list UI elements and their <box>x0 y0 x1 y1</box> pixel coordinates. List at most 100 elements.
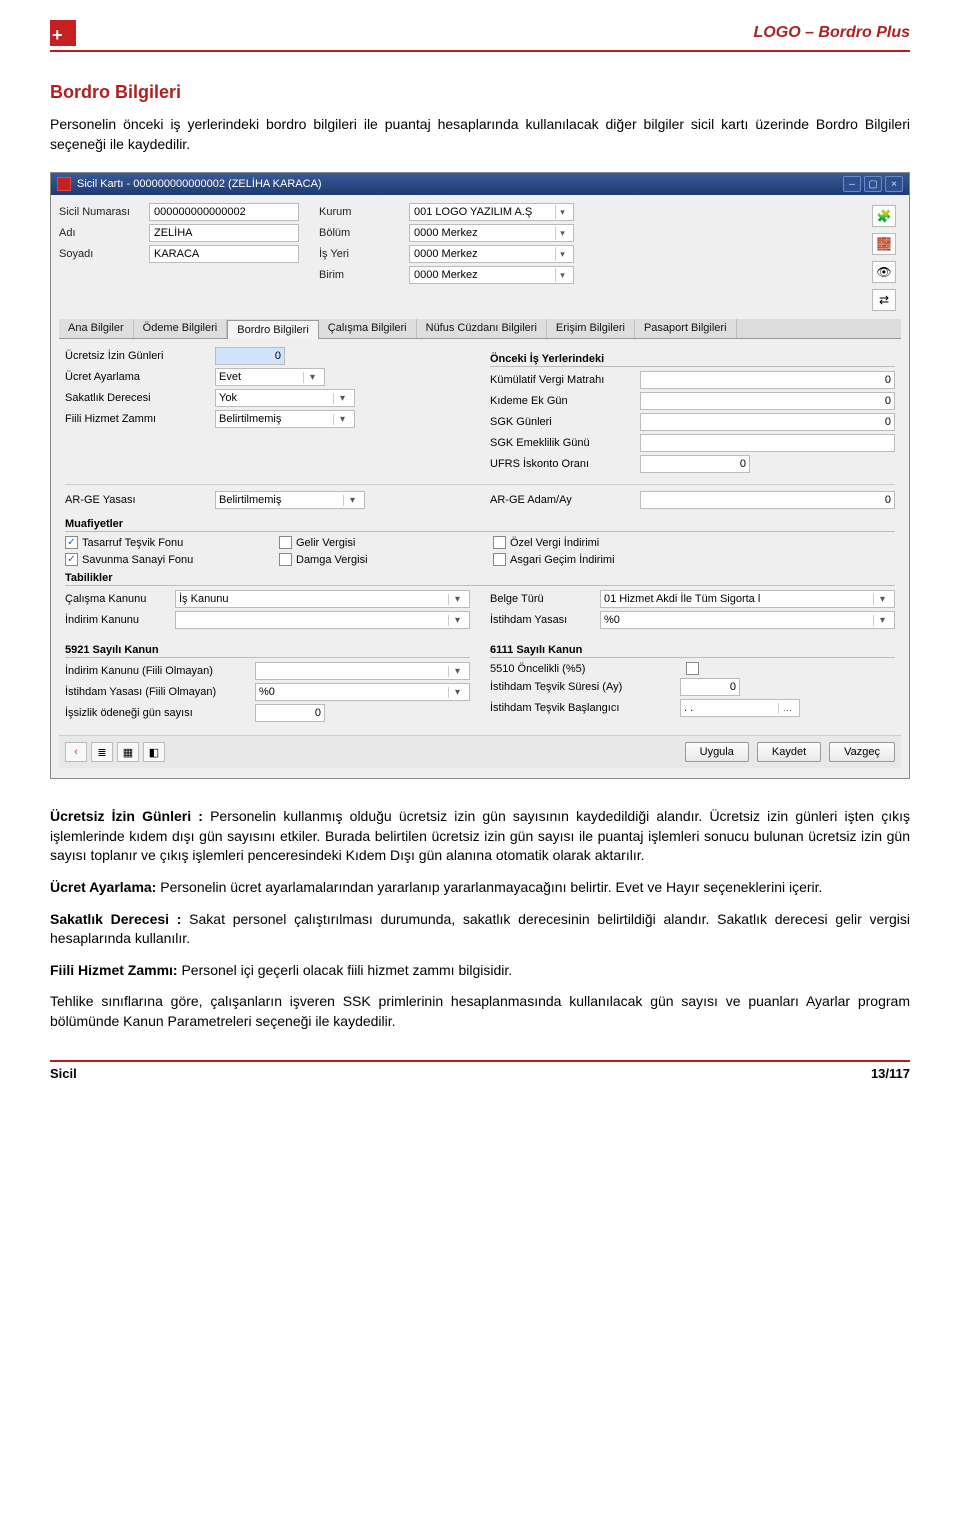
apply-button[interactable]: Uygula <box>685 742 749 762</box>
chevron-down-icon[interactable]: ▾ <box>555 247 569 261</box>
toolbar-icon-grid[interactable]: ▦ <box>117 742 139 762</box>
lbl-arge-adam: AR-GE Adam/Ay <box>490 494 640 506</box>
field-keg[interactable]: 0 <box>640 392 895 410</box>
toolbar-icon-back[interactable]: ‹ <box>65 742 87 762</box>
lbl-ik: İndirim Kanunu <box>65 614 175 626</box>
field-ik[interactable]: ▾ <box>175 611 470 629</box>
chevron-down-icon[interactable]: ▾ <box>343 495 361 506</box>
tab-calisma-bilgileri[interactable]: Çalışma Bilgileri <box>319 319 417 338</box>
lbl-uig: Ücretsiz İzin Günleri <box>65 350 215 362</box>
chevron-down-icon[interactable]: ▾ <box>555 268 569 282</box>
field-arge-adam[interactable]: 0 <box>640 491 895 509</box>
group-tabilikler: Tabilikler <box>65 572 895 586</box>
side-icon-1[interactable]: 🧩 <box>872 205 896 227</box>
field-iy[interactable]: %0▾ <box>600 611 895 629</box>
tab-ana-bilgiler[interactable]: Ana Bilgiler <box>59 319 134 338</box>
side-icon-3[interactable]: 👁 <box>872 261 896 283</box>
field-bolum[interactable]: 0000 Merkez▾ <box>409 224 574 242</box>
toolbar-icon-misc[interactable]: ◧ <box>143 742 165 762</box>
check-icon <box>279 553 292 566</box>
check-icon <box>493 536 506 549</box>
titlebar: Sicil Kartı - 000000000000002 (ZELİHA KA… <box>51 173 909 195</box>
p-sakatlik-derecesi: Sakatlık Derecesi : Sakat personel çalış… <box>50 910 910 949</box>
lbl-its: İstihdam Teşvik Süresi (Ay) <box>490 681 680 693</box>
ellipsis-icon[interactable]: … <box>778 703 796 714</box>
tab-pasaport-bilgileri[interactable]: Pasaport Bilgileri <box>635 319 737 338</box>
chk-agi[interactable]: Asgari Geçim İndirimi <box>493 553 673 566</box>
chk-ovi[interactable]: Özel Vergi İndirimi <box>493 536 673 549</box>
p-ucretsiz-izin: Ücretsiz İzin Günleri : Personelin kulla… <box>50 807 910 866</box>
chevron-down-icon[interactable]: ▾ <box>448 594 466 605</box>
field-its[interactable]: 0 <box>680 678 740 696</box>
label-soyadi: Soyadı <box>59 248 149 260</box>
group-6111: 6111 Sayılı Kanun <box>490 644 895 658</box>
footer-section: Sicil <box>50 1066 77 1081</box>
chevron-down-icon[interactable]: ▾ <box>555 205 569 219</box>
field-adi[interactable]: ZELİHA <box>149 224 299 242</box>
lbl-ufrs: UFRS İskonto Oranı <box>490 458 640 470</box>
save-button[interactable]: Kaydet <box>757 742 821 762</box>
label-birim: Birim <box>319 269 409 281</box>
intro-paragraph: Personelin önceki iş yerlerindeki bordro… <box>50 115 910 154</box>
chevron-down-icon[interactable]: ▾ <box>333 393 351 404</box>
field-ufrs[interactable]: 0 <box>640 455 750 473</box>
chk-5510[interactable] <box>686 662 699 675</box>
field-fhz[interactable]: Belirtilmemiş▾ <box>215 410 355 428</box>
tab-bordro-bilgileri[interactable]: Bordro Bilgileri <box>227 320 319 339</box>
label-sicil-no: Sicil Numarası <box>59 206 149 218</box>
p-fiili-hizmet: Fiili Hizmet Zammı: Personel içi geçerli… <box>50 961 910 981</box>
chk-dv[interactable]: Damga Vergisi <box>279 553 459 566</box>
check-icon <box>493 553 506 566</box>
field-itb[interactable]: . .… <box>680 699 800 717</box>
field-sd[interactable]: Yok▾ <box>215 389 355 407</box>
field-uig[interactable]: 0 <box>215 347 285 365</box>
chk-gv[interactable]: Gelir Vergisi <box>279 536 459 549</box>
window-title: Sicil Kartı - 000000000000002 (ZELİHA KA… <box>77 178 322 190</box>
chevron-down-icon[interactable]: ▾ <box>333 414 351 425</box>
field-iogs[interactable]: 0 <box>255 704 325 722</box>
close-button[interactable]: × <box>885 176 903 192</box>
field-bt[interactable]: 01 Hizmet Akdi İle Tüm Sigorta l▾ <box>600 590 895 608</box>
field-soyadi[interactable]: KARACA <box>149 245 299 263</box>
tab-nufus-bilgileri[interactable]: Nüfus Cüzdanı Bilgileri <box>417 319 547 338</box>
field-ua[interactable]: Evet▾ <box>215 368 325 386</box>
chk-ssf[interactable]: ✓Savunma Sanayi Fonu <box>65 553 245 566</box>
chevron-down-icon[interactable]: ▾ <box>555 226 569 240</box>
field-kurum[interactable]: 001 LOGO YAZILIM A.Ş▾ <box>409 203 574 221</box>
lbl-arge-yasasi: AR-GE Yasası <box>65 494 215 506</box>
tab-strip: Ana Bilgiler Ödeme Bilgileri Bordro Bilg… <box>59 319 901 339</box>
side-icon-2[interactable]: 🧱 <box>872 233 896 255</box>
minimize-button[interactable]: – <box>843 176 861 192</box>
lbl-ua: Ücret Ayarlama <box>65 371 215 383</box>
chevron-down-icon[interactable]: ▾ <box>448 615 466 626</box>
lbl-sgk: SGK Günleri <box>490 416 640 428</box>
field-iyfo[interactable]: %0▾ <box>255 683 470 701</box>
chevron-down-icon[interactable]: ▾ <box>448 687 466 698</box>
check-icon: ✓ <box>65 553 78 566</box>
lbl-sgke: SGK Emeklilik Günü <box>490 437 640 449</box>
lbl-sd: Sakatlık Derecesi <box>65 392 215 404</box>
lbl-iyfo: İstihdam Yasası (Fiili Olmayan) <box>65 686 255 698</box>
field-kvm[interactable]: 0 <box>640 371 895 389</box>
chevron-down-icon[interactable]: ▾ <box>303 372 321 383</box>
field-birim[interactable]: 0000 Merkez▾ <box>409 266 574 284</box>
cancel-button[interactable]: Vazgeç <box>829 742 895 762</box>
field-isyeri[interactable]: 0000 Merkez▾ <box>409 245 574 263</box>
side-icon-4[interactable]: ⇄ <box>872 289 896 311</box>
chevron-down-icon[interactable]: ▾ <box>873 594 891 605</box>
chk-ttf[interactable]: ✓Tasarruf Teşvik Fonu <box>65 536 245 549</box>
lbl-5510: 5510 Öncelikli (%5) <box>490 663 680 675</box>
field-sicil-no[interactable]: 000000000000002 <box>149 203 299 221</box>
tab-odeme-bilgileri[interactable]: Ödeme Bilgileri <box>134 319 228 338</box>
field-arge-yasasi[interactable]: Belirtilmemiş▾ <box>215 491 365 509</box>
tab-erisim-bilgileri[interactable]: Erişim Bilgileri <box>547 319 635 338</box>
label-adi: Adı <box>59 227 149 239</box>
maximize-button[interactable]: ▢ <box>864 176 882 192</box>
field-ck[interactable]: İş Kanunu▾ <box>175 590 470 608</box>
chevron-down-icon[interactable]: ▾ <box>448 666 466 677</box>
field-ikfo[interactable]: ▾ <box>255 662 470 680</box>
chevron-down-icon[interactable]: ▾ <box>873 615 891 626</box>
field-sgk[interactable]: 0 <box>640 413 895 431</box>
toolbar-icon-list[interactable]: ≣ <box>91 742 113 762</box>
field-sgke[interactable] <box>640 434 895 452</box>
